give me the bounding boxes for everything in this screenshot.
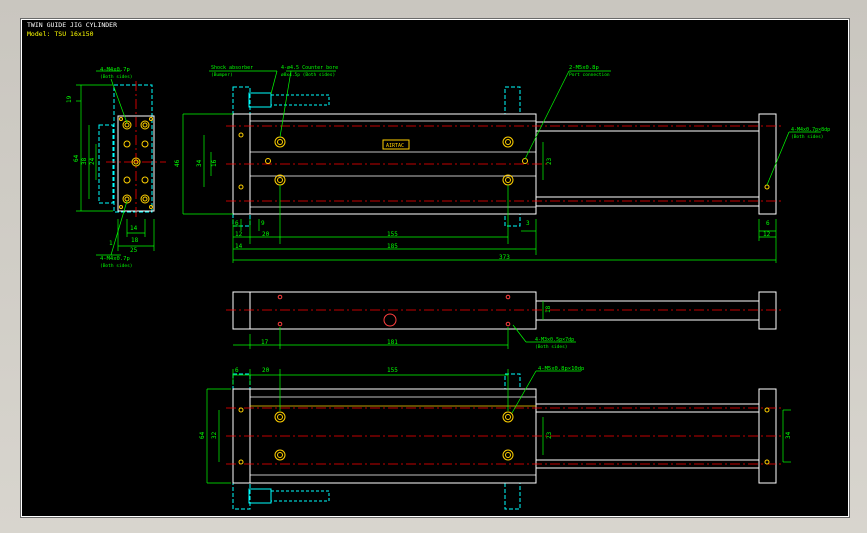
- nameplate: AIRTAC: [386, 143, 404, 149]
- dim-front-46: 46: [174, 159, 181, 167]
- dim-front-9: 9: [261, 220, 265, 227]
- note-top-left-thread-sub: (Both sides): [100, 74, 133, 80]
- dim-front-23: 23: [546, 157, 553, 165]
- dim-front-14: 14: [235, 243, 243, 250]
- dim-bot-23: 23: [546, 431, 553, 439]
- dim-side-18: 18: [131, 237, 139, 244]
- middle-view: 18 17 181 4-M3x0.5p×7dp (Both sides): [226, 291, 781, 350]
- dim-side-24: 24: [89, 157, 96, 165]
- drawing-title: TWIN GUIDE JIG CYLINDER: [27, 21, 117, 29]
- note-counter-bore-sub: ø8x4.5p (Both sides): [281, 72, 335, 78]
- dim-mid-181: 181: [387, 339, 398, 346]
- note-counter-bore: 4-ø4.5 Counter bore: [281, 65, 338, 71]
- note-rod-end-thread-sub: (Both sides): [791, 134, 824, 140]
- model-number: Model: TSU 16x150: [27, 30, 94, 38]
- dim-bot-34: 34: [785, 431, 792, 439]
- dim-front-end-6: 6: [766, 220, 770, 227]
- title-block: TWIN GUIDE JIG CYLINDER Model: TSU 16x15…: [27, 21, 117, 38]
- dim-side-38: 38: [81, 157, 88, 165]
- note-middle-thread-sub: (Both sides): [535, 344, 568, 350]
- dim-mid-18: 18: [545, 305, 552, 313]
- note-bottom-left-thread: 4-M4x0.7p: [100, 256, 130, 262]
- note-middle-thread: 4-M3x0.5p×7dp: [535, 337, 574, 343]
- dim-side-64: 64: [73, 154, 80, 162]
- note-rod-end-thread: 4-M4x0.7p×8dp: [791, 127, 830, 133]
- cad-viewport: TWIN GUIDE JIG CYLINDER Model: TSU 16x15…: [0, 0, 867, 533]
- dim-front-185: 185: [387, 243, 398, 250]
- technical-drawing: TWIN GUIDE JIG CYLINDER Model: TSU 16x15…: [27, 21, 830, 510]
- dim-front-6: 6: [235, 220, 239, 227]
- note-port-sub: Port connection: [569, 72, 610, 78]
- dim-front-3: 3: [526, 220, 530, 227]
- bottom-view: 6 20 155 64 32 23 34 4-M5x0.8p×10dp: [199, 366, 792, 510]
- drawing-canvas[interactable]: TWIN GUIDE JIG CYLINDER Model: TSU 16x15…: [20, 18, 850, 518]
- dim-front-end-12: 12: [763, 231, 771, 238]
- dim-mid-17: 17: [261, 339, 269, 346]
- dim-side-14: 14: [130, 225, 138, 232]
- note-bottom-thread: 4-M5x0.8p×10dp: [538, 366, 584, 372]
- dim-front-34: 34: [196, 159, 203, 167]
- dim-side-25: 25: [130, 247, 138, 254]
- dim-front-12: 12: [235, 231, 243, 238]
- dim-bot-6: 6: [235, 367, 239, 374]
- note-shock-absorber-sub: (Bumper): [211, 72, 233, 78]
- note-port: 2-M5x0.8p: [569, 65, 599, 71]
- dim-bot-155: 155: [387, 367, 398, 374]
- dim-side-19: 19: [66, 95, 73, 103]
- dim-front-20: 20: [262, 231, 270, 238]
- dim-bot-20: 20: [262, 367, 270, 374]
- dim-front-16: 16: [211, 159, 218, 167]
- front-view: AIRTAC 46 34 16 23 6 9 12 20 155 3 14 18…: [174, 65, 830, 263]
- dim-bot-64: 64: [199, 431, 206, 439]
- note-bottom-left-thread-sub: (Both sides): [100, 263, 133, 269]
- side-view: 19 64 38 24 14 18 25 1 4-M4x0.7p (Both s…: [66, 67, 166, 269]
- note-shock-absorber: Shock absorber: [211, 65, 253, 71]
- note-top-left-thread: 4-M4x0.7p: [100, 67, 130, 73]
- dim-front-155: 155: [387, 231, 398, 238]
- dim-bot-32: 32: [211, 431, 218, 439]
- dim-side-1: 1: [109, 240, 113, 247]
- dim-front-373: 373: [499, 254, 510, 261]
